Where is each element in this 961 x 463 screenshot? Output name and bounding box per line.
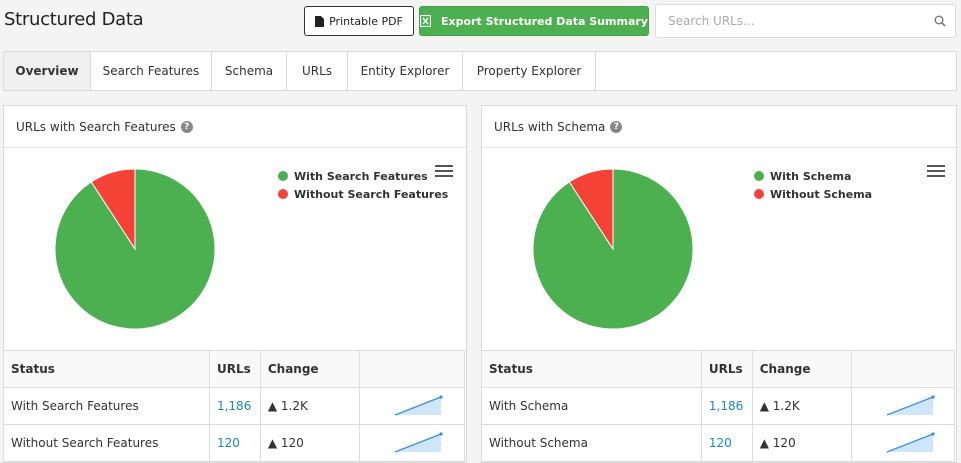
urls-link[interactable]: 120 xyxy=(700,424,753,462)
column-header: Change xyxy=(751,350,853,388)
chart-legend: With Schema Without Schema xyxy=(754,167,872,203)
panel-title: URLs with Schema xyxy=(494,119,606,134)
panel-title: URLs with Search Features xyxy=(16,119,176,134)
urls-link[interactable]: 1,186 xyxy=(700,387,753,425)
legend-swatch-red xyxy=(754,189,764,199)
sparkline-cell xyxy=(359,387,465,425)
help-icon[interactable]: ? xyxy=(180,120,193,133)
column-header: URLs xyxy=(208,350,261,388)
pie-chart xyxy=(54,168,216,330)
column-header: Status xyxy=(3,350,210,388)
sparkline xyxy=(886,395,935,416)
status-cell: With Schema xyxy=(481,387,702,425)
printable-pdf-button[interactable]: Printable PDF xyxy=(304,6,414,36)
schema-panel: URLs with Schema ? With Schema Without S… xyxy=(481,105,957,463)
help-icon[interactable]: ? xyxy=(610,120,623,133)
column-header: URLs xyxy=(700,350,753,388)
sparkline-cell xyxy=(851,387,955,425)
chart-area: With Schema Without Schema xyxy=(482,149,956,350)
change-cell: ▲ 1.2K xyxy=(751,387,853,425)
sparkline xyxy=(395,432,443,453)
table-row: Without Schema 120 ▲ 120 xyxy=(481,424,955,462)
column-header: Change xyxy=(259,350,361,388)
panel-header: URLs with Schema ? xyxy=(482,106,956,148)
legend-label: Without Search Features xyxy=(294,187,449,201)
tab-search-features[interactable]: Search Features xyxy=(91,52,212,90)
legend-label: With Search Features xyxy=(294,169,428,183)
column-header: Status xyxy=(481,350,702,388)
legend-item[interactable]: Without Schema xyxy=(754,185,872,203)
urls-link[interactable]: 120 xyxy=(208,424,261,462)
urls-link[interactable]: 1,186 xyxy=(208,387,261,425)
export-summary-label: Export Structured Data Summary xyxy=(441,14,648,28)
change-cell: ▲ 120 xyxy=(751,424,853,462)
tab-overview[interactable]: Overview xyxy=(4,52,91,90)
document-icon xyxy=(315,15,325,27)
sparkline-cell xyxy=(359,424,465,462)
status-table: Status URLs Change With Schema 1,186 ▲ 1… xyxy=(481,350,955,462)
search-input[interactable] xyxy=(656,5,925,37)
tab-property-explorer[interactable]: Property Explorer xyxy=(463,52,596,90)
column-header-sparkline xyxy=(359,350,465,388)
spreadsheet-icon xyxy=(420,15,432,27)
legend-swatch-green xyxy=(754,171,764,181)
export-summary-button[interactable]: Export Structured Data Summary xyxy=(419,6,649,36)
status-cell: With Search Features xyxy=(3,387,210,425)
legend-label: Without Schema xyxy=(770,187,873,201)
printable-pdf-label: Printable PDF xyxy=(329,14,403,28)
page-title: Structured Data xyxy=(4,9,144,30)
tab-schema[interactable]: Schema xyxy=(212,52,287,90)
change-cell: ▲ 1.2K xyxy=(259,387,361,425)
chart-legend: With Search Features Without Search Feat… xyxy=(278,167,448,203)
legend-swatch-red xyxy=(278,189,288,199)
sparkline-cell xyxy=(851,424,955,462)
tab-urls[interactable]: URLs xyxy=(287,52,348,90)
legend-swatch-green xyxy=(278,171,288,181)
status-cell: Without Search Features xyxy=(3,424,210,462)
legend-item[interactable]: With Search Features xyxy=(278,167,448,185)
legend-item[interactable]: With Schema xyxy=(754,167,872,185)
chart-menu-icon[interactable] xyxy=(927,165,945,179)
status-cell: Without Schema xyxy=(481,424,702,462)
legend-label: With Schema xyxy=(770,169,852,183)
table-row: With Schema 1,186 ▲ 1.2K xyxy=(481,387,955,425)
chart-menu-icon[interactable] xyxy=(435,165,453,179)
column-header-sparkline xyxy=(851,350,955,388)
search-icon[interactable] xyxy=(925,15,955,27)
sparkline xyxy=(886,432,935,453)
table-row: Without Search Features 120 ▲ 120 xyxy=(3,424,465,462)
sparkline xyxy=(395,395,443,416)
status-table: Status URLs Change With Search Features … xyxy=(3,350,465,462)
pie-chart xyxy=(532,168,694,330)
search-features-panel: URLs with Search Features ? With Search … xyxy=(3,105,467,463)
search-box xyxy=(655,4,956,38)
tab-entity-explorer[interactable]: Entity Explorer xyxy=(348,52,463,90)
panel-header: URLs with Search Features ? xyxy=(4,106,466,148)
table-row: With Search Features 1,186 ▲ 1.2K xyxy=(3,387,465,425)
legend-item[interactable]: Without Search Features xyxy=(278,185,448,203)
change-cell: ▲ 120 xyxy=(259,424,361,462)
chart-area: With Search Features Without Search Feat… xyxy=(4,149,466,350)
tab-bar: Overview Search Features Schema URLs Ent… xyxy=(3,51,957,91)
